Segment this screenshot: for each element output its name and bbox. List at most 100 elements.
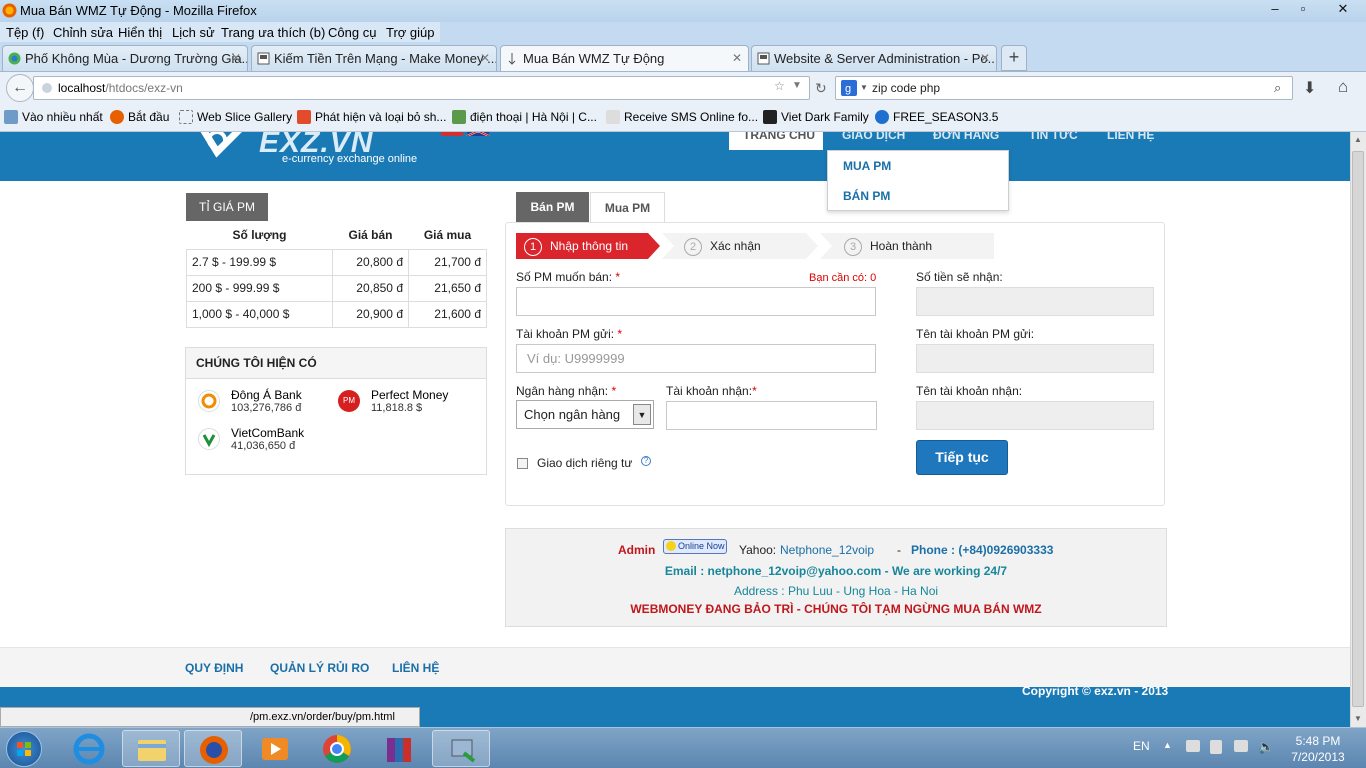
start-button[interactable] — [6, 731, 42, 767]
table-row: 2.7 $ - 199.99 $ 20,800 đ 21,700 đ — [186, 248, 487, 276]
bookmark-sms[interactable]: Receive SMS Online fo... — [606, 110, 758, 124]
required-mark: * — [615, 270, 621, 284]
step-2: 2 Xác nhận — [684, 233, 761, 259]
bank-account-label-text: Tài khoản nhận: — [666, 384, 753, 398]
taskbar-network-app[interactable] — [432, 730, 490, 767]
google-icon: g — [841, 80, 857, 96]
bank-name: Perfect Money — [371, 388, 449, 402]
footer-link-risk[interactable]: QUẢN LÝ RỦI RO — [270, 661, 369, 675]
menu-history[interactable]: Lịch sử — [172, 25, 215, 40]
nav-orders[interactable]: ĐƠN HÀNG — [933, 132, 999, 142]
tab-2-active[interactable]: Mua Bán WMZ Tự Động ✕ — [500, 45, 749, 71]
bookmark-phone[interactable]: điện thoại | Hà Nội | C... — [452, 110, 597, 124]
rate-table: Số lượng Giá bán Giá mua 2.7 $ - 199.99 … — [186, 221, 487, 328]
tab-close-icon[interactable]: ✕ — [231, 51, 241, 65]
taskbar-chrome[interactable] — [308, 730, 366, 767]
nav-contact[interactable]: LIÊN HỆ — [1107, 132, 1154, 142]
menu-edit[interactable]: Chỉnh sửa — [53, 25, 113, 40]
tab-3[interactable]: Website & Server Administration - Po... … — [751, 45, 997, 71]
star-icon[interactable]: ☆ — [774, 79, 785, 93]
help-icon[interactable]: ? — [641, 456, 651, 466]
taskbar-ie[interactable] — [60, 730, 118, 767]
maximize-button[interactable]: ▫ — [1288, 0, 1318, 20]
amount-input[interactable] — [516, 287, 876, 316]
back-button[interactable]: ← — [6, 74, 34, 102]
tab-close-icon[interactable]: ✕ — [480, 51, 490, 65]
scroll-up-icon[interactable]: ▲ — [1354, 135, 1362, 144]
separator: - — [897, 543, 901, 557]
bookmark-detect[interactable]: Phát hiện và loại bỏ sh... — [297, 110, 446, 124]
dropdown-arrow-icon[interactable]: ▼ — [792, 80, 802, 91]
bookmark-web-slice[interactable]: Web Slice Gallery — [179, 110, 292, 124]
tray-network-icon[interactable] — [1234, 740, 1248, 752]
close-button[interactable]: ✕ — [1320, 0, 1366, 20]
search-box[interactable]: g ▼ zip code php ⌕ — [835, 76, 1293, 100]
phone-text: Phone : (+84)0926903333 — [911, 543, 1054, 557]
menu-bookmarks[interactable]: Trang ưa thích (b) — [221, 25, 325, 40]
tab-close-icon[interactable]: ✕ — [980, 51, 990, 65]
address-bar[interactable]: localhost/htdocs/exz-vn ▼ ☆ — [33, 76, 810, 100]
nav-news[interactable]: TIN TỨC — [1029, 132, 1078, 142]
need-balance: Bạn cần có: 0 — [809, 272, 877, 284]
menu-view[interactable]: Hiển thị — [118, 25, 162, 40]
clock-date: 7/20/2013 — [1291, 750, 1345, 764]
home-icon[interactable]: ⌂ — [1338, 77, 1348, 97]
bookmark-getting-started[interactable]: Bắt đầu — [110, 110, 169, 124]
clock[interactable]: 5:48 PM 7/20/2013 — [1283, 733, 1353, 765]
footer-link-contact[interactable]: LIÊN HỆ — [392, 661, 439, 675]
download-icon[interactable]: ⬇ — [1303, 78, 1316, 98]
tray-expand-icon[interactable]: ▲ — [1163, 740, 1172, 750]
tab-sell-pm[interactable]: Bán PM — [516, 192, 589, 223]
bank-amount: 103,276,786 đ — [231, 402, 302, 414]
taskbar-media-player[interactable] — [246, 730, 304, 767]
bank-select[interactable]: Chọn ngân hàng ▼ — [516, 400, 654, 429]
menu-help[interactable]: Trợ giúp — [386, 25, 435, 40]
bank-account-input[interactable] — [666, 401, 877, 430]
yahoo-online-badge[interactable]: Online Now — [663, 539, 727, 554]
scroll-down-icon[interactable]: ▼ — [1354, 714, 1362, 723]
bookmark-label: điện thoại | Hà Nội | C... — [470, 110, 597, 124]
engine-dropdown-icon[interactable]: ▼ — [860, 83, 868, 92]
minimize-button[interactable]: – — [1260, 0, 1290, 20]
continue-button[interactable]: Tiếp tục — [916, 440, 1008, 475]
tab-buy-pm[interactable]: Mua PM — [590, 192, 665, 223]
nav-transaction[interactable]: GIAO DỊCH — [842, 132, 905, 142]
menu-file[interactable]: Tệp (f) — [6, 25, 44, 40]
new-tab-button[interactable]: + — [1001, 45, 1027, 71]
nav-home[interactable]: TRANG CHỦ — [743, 132, 815, 142]
tab-1[interactable]: Kiếm Tiền Trên Mạng - Make Money ... ✕ — [251, 45, 497, 71]
tab-close-icon[interactable]: ✕ — [732, 51, 742, 65]
reload-icon[interactable]: ↻ — [815, 80, 827, 97]
tray-flag-icon[interactable] — [1186, 740, 1200, 752]
taskbar-winrar[interactable] — [370, 730, 428, 767]
phone-site-icon — [452, 110, 466, 124]
search-icon[interactable]: ⌕ — [1274, 80, 1281, 96]
bookmark-viet-dark[interactable]: Viet Dark Family — [763, 110, 869, 124]
rate-range: 2.7 $ - 199.99 $ — [186, 248, 333, 276]
tray-device-icon[interactable] — [1210, 740, 1222, 754]
volume-icon[interactable]: 🔈 — [1258, 739, 1274, 755]
tab-label: Website & Server Administration - Po... — [774, 51, 997, 66]
bookmark-most-visited[interactable]: Vào nhiều nhất — [4, 110, 103, 124]
tab-0[interactable]: Phố Không Mùa - Dương Trường Gia... ✕ — [2, 45, 248, 71]
bank-name: VietComBank — [231, 426, 305, 440]
language-indicator[interactable]: EN — [1133, 739, 1150, 753]
footer-link-rules[interactable]: QUY ĐỊNH — [185, 661, 243, 675]
pm-account-input[interactable]: Ví dụ: U9999999 — [516, 344, 876, 373]
taskbar-explorer[interactable] — [122, 730, 180, 767]
dropdown-buy-pm[interactable]: MUA PM — [843, 159, 891, 173]
bookmark-free-season[interactable]: FREE_SEASON3.5 — [875, 110, 998, 124]
language-flags-icon[interactable] — [441, 132, 491, 136]
rate-range: 1,000 $ - 40,000 $ — [186, 300, 333, 328]
yahoo-id-link[interactable]: Netphone_12voip — [780, 543, 874, 557]
receive-amount-field — [916, 287, 1154, 316]
scrollbar-thumb[interactable] — [1352, 151, 1364, 707]
taskbar-firefox[interactable] — [184, 730, 242, 767]
step-label: Hoàn thành — [870, 239, 933, 253]
dropdown-sell-pm[interactable]: BÁN PM — [843, 189, 890, 203]
svg-text:g: g — [845, 83, 851, 95]
rate-sell: 20,850 đ — [332, 274, 409, 302]
private-checkbox[interactable] — [517, 458, 528, 469]
logo-subtitle: e-currency exchange online — [282, 153, 418, 165]
menu-tools[interactable]: Công cụ — [328, 25, 376, 40]
